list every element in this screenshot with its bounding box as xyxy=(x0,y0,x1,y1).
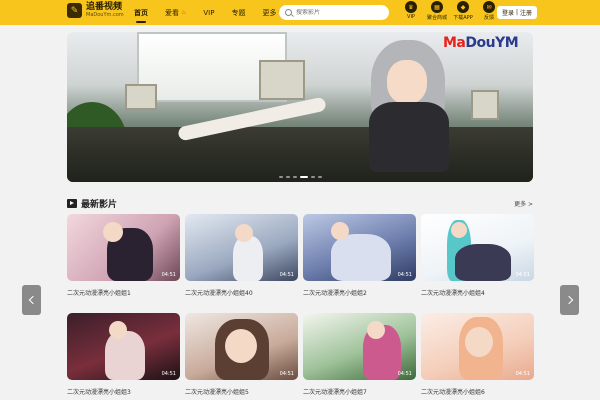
hero-banner[interactable]: MaDouYM xyxy=(67,32,533,182)
banner-character xyxy=(349,40,469,180)
nav-item-vip[interactable]: VIP xyxy=(203,0,214,25)
banner-dot[interactable] xyxy=(278,176,283,178)
main-nav: 首页 爱看♨ VIP 专题 更多▼ xyxy=(134,0,299,25)
banner-monitor-2 xyxy=(259,60,305,100)
video-thumbnail[interactable]: 04:51 xyxy=(421,313,534,380)
video-card[interactable]: 04:51 二次元动漫漂亮小姐姐3 xyxy=(67,313,180,396)
video-title[interactable]: 二次元动漫漂亮小姐姐4 xyxy=(421,288,534,297)
video-thumbnail[interactable]: 04:51 xyxy=(67,313,180,380)
video-card[interactable]: 04:51 二次元动漫漂亮小姐姐40 xyxy=(185,214,298,297)
header-tools: ♛ VIP ▦ 聚合商城 ◆ 下载APP ✉ 反馈 xyxy=(398,1,502,21)
video-card[interactable]: 04:51 二次元动漫漂亮小姐姐6 xyxy=(421,313,534,396)
video-title[interactable]: 二次元动漫漂亮小姐姐2 xyxy=(303,288,416,297)
video-card[interactable]: 04:51 二次元动漫漂亮小姐姐1 xyxy=(67,214,180,297)
more-link[interactable]: 更多 > xyxy=(514,199,533,208)
video-thumbnail[interactable]: 04:51 xyxy=(185,313,298,380)
duration-badge: 04:51 xyxy=(397,272,412,278)
video-title[interactable]: 二次元动漫漂亮小姐姐3 xyxy=(67,387,180,396)
banner-dot[interactable] xyxy=(285,176,290,178)
video-title[interactable]: 二次元动漫漂亮小姐姐6 xyxy=(421,387,534,396)
banner-monitor-1 xyxy=(125,84,157,110)
video-card[interactable]: 04:51 二次元动漫漂亮小姐姐5 xyxy=(185,313,298,396)
register-link[interactable]: 注册 xyxy=(520,8,532,17)
fire-icon: ♨ xyxy=(181,9,187,16)
app-icon: ◆ xyxy=(457,1,469,13)
tool-vip[interactable]: ♛ VIP xyxy=(398,1,424,21)
duration-badge: 04:51 xyxy=(279,371,294,377)
nav-item-topics[interactable]: 专题 xyxy=(231,0,245,25)
logo-url: MaDouYm.com xyxy=(86,12,124,18)
banner-monitor-3 xyxy=(471,90,499,120)
section-title: 最新影片 xyxy=(81,199,118,210)
video-card[interactable]: 04:51 二次元动漫漂亮小姐姐2 xyxy=(303,214,416,297)
video-card[interactable]: 04:51 二次元动漫漂亮小姐姐4 xyxy=(421,214,534,297)
banner-dot[interactable] xyxy=(317,176,322,178)
crown-icon: ♛ xyxy=(405,1,417,13)
logo-name: 追番视频 xyxy=(86,2,123,12)
duration-badge: 04:51 xyxy=(161,371,176,377)
search-input[interactable] xyxy=(296,9,386,16)
video-card[interactable]: 04:51 二次元动漫漂亮小姐姐7 xyxy=(303,313,416,396)
duration-badge: 04:51 xyxy=(515,272,530,278)
video-title[interactable]: 二次元动漫漂亮小姐姐1 xyxy=(67,288,180,297)
video-icon xyxy=(67,198,77,208)
feedback-icon: ✉ xyxy=(483,1,495,13)
video-thumbnail[interactable]: 04:51 xyxy=(303,214,416,281)
video-thumbnail[interactable]: 04:51 xyxy=(67,214,180,281)
banner-watermark: MaDouYM xyxy=(443,35,519,51)
duration-badge: 04:51 xyxy=(279,272,294,278)
banner-pagination xyxy=(67,176,533,178)
video-thumbnail[interactable]: 04:51 xyxy=(421,214,534,281)
auth-box: 登录 | 注册 xyxy=(497,6,538,19)
video-thumbnail[interactable]: 04:51 xyxy=(185,214,298,281)
auth-separator: | xyxy=(516,9,519,16)
logo-icon: ✎ xyxy=(67,3,82,18)
nav-item-favorites[interactable]: 爱看 ♨ xyxy=(165,0,186,25)
latest-section-header: 最新影片 更多 > xyxy=(67,196,533,210)
prev-arrow-button[interactable] xyxy=(22,285,41,315)
shop-icon: ▦ xyxy=(431,1,443,13)
duration-badge: 04:51 xyxy=(161,272,176,278)
tool-download-app[interactable]: ◆ 下载APP xyxy=(450,1,476,21)
next-arrow-button[interactable] xyxy=(560,285,579,315)
video-title[interactable]: 二次元动漫漂亮小姐姐40 xyxy=(185,288,298,297)
video-title[interactable]: 二次元动漫漂亮小姐姐7 xyxy=(303,387,416,396)
banner-dot[interactable] xyxy=(292,176,297,178)
duration-badge: 04:51 xyxy=(397,371,412,377)
duration-badge: 04:51 xyxy=(515,371,530,377)
top-header: ✎ 追番视频 MaDouYm.com 首页 爱看♨ VIP 专题 更多▼ ♛ V… xyxy=(0,0,600,25)
video-title[interactable]: 二次元动漫漂亮小姐姐5 xyxy=(185,387,298,396)
tool-shop[interactable]: ▦ 聚合商城 xyxy=(424,1,450,21)
search-icon[interactable] xyxy=(285,9,292,16)
nav-item-home[interactable]: 首页 xyxy=(134,0,148,25)
banner-dot[interactable] xyxy=(310,176,315,178)
login-link[interactable]: 登录 xyxy=(502,8,514,17)
banner-dot-active[interactable] xyxy=(299,176,308,178)
search-box[interactable] xyxy=(279,5,389,20)
video-thumbnail[interactable]: 04:51 xyxy=(303,313,416,380)
site-logo[interactable]: ✎ 追番视频 MaDouYm.com xyxy=(67,3,124,18)
